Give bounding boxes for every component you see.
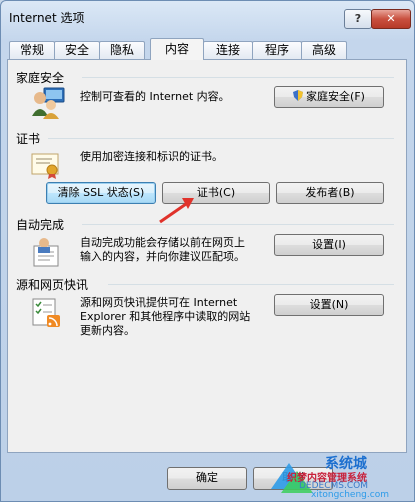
site-watermark: 系统城 织梦内容管理系统 DEDECMS.COM xitongcheng.com — [267, 449, 414, 501]
tab-security[interactable]: 安全 — [54, 41, 100, 59]
tab-connections[interactable]: 连接 — [203, 41, 253, 59]
help-button[interactable]: ? — [344, 9, 372, 29]
feeds-heading: 源和网页快讯 — [16, 278, 89, 292]
family-safety-button[interactable]: 家庭安全(F) — [274, 86, 384, 108]
title-bar[interactable]: Internet 选项 ? ✕ — [1, 1, 414, 31]
group-divider — [82, 224, 394, 225]
group-divider — [82, 77, 394, 78]
family-safety-description: 控制可查看的 Internet 内容。 — [80, 90, 230, 103]
tab-advanced[interactable]: 高级 — [301, 41, 347, 59]
ok-button[interactable]: 确定 — [167, 467, 247, 490]
group-divider — [108, 284, 394, 285]
group-divider — [48, 138, 394, 139]
close-button[interactable]: ✕ — [371, 9, 411, 29]
certificates-heading: 证书 — [16, 132, 41, 146]
tab-content[interactable]: 内容 — [150, 38, 204, 60]
autocomplete-description-line2: 输入的内容，并向你建议匹配项。 — [80, 250, 245, 263]
feeds-settings-button[interactable]: 设置(N) — [274, 294, 384, 316]
autocomplete-heading: 自动完成 — [16, 218, 65, 232]
watermark-domain: xitongcheng.com — [311, 490, 389, 500]
tab-strip: 常规 安全 隐私 内容 连接 程序 高级 — [7, 38, 407, 60]
family-users-icon — [30, 86, 66, 120]
feeds-icon — [30, 296, 62, 328]
tab-general[interactable]: 常规 — [9, 41, 55, 59]
content-tab-panel: 家庭安全 控制可查看的 Internet 内容。 家庭安全(F) 证书 使用加密… — [7, 59, 407, 453]
family-safety-heading: 家庭安全 — [16, 71, 65, 85]
autocomplete-description-line1: 自动完成功能会存储以前在网页上 — [80, 236, 245, 249]
certificate-icon — [30, 152, 64, 180]
feeds-description-line2: Explorer 和其他程序中读取的网站 — [80, 310, 251, 323]
clear-ssl-state-button[interactable]: 清除 SSL 状态(S) — [46, 182, 156, 204]
family-safety-button-label: 家庭安全(F) — [306, 90, 365, 103]
autocomplete-settings-button[interactable]: 设置(I) — [274, 234, 384, 256]
red-arrow-annotation — [156, 196, 196, 226]
window-title: Internet 选项 — [9, 11, 85, 25]
feeds-description-line1: 源和网页快讯提供可在 Internet — [80, 296, 238, 309]
shield-icon — [293, 88, 304, 101]
internet-options-dialog: Internet 选项 ? ✕ 常规 安全 隐私 内容 连接 程序 高级 家庭安… — [0, 0, 415, 502]
autocomplete-icon — [30, 236, 62, 268]
certificates-description: 使用加密连接和标识的证书。 — [80, 150, 223, 163]
feeds-description-line3: 更新内容。 — [80, 324, 135, 337]
tab-programs[interactable]: 程序 — [252, 41, 302, 59]
tab-privacy[interactable]: 隐私 — [99, 41, 145, 59]
publishers-button[interactable]: 发布者(B) — [276, 182, 384, 204]
